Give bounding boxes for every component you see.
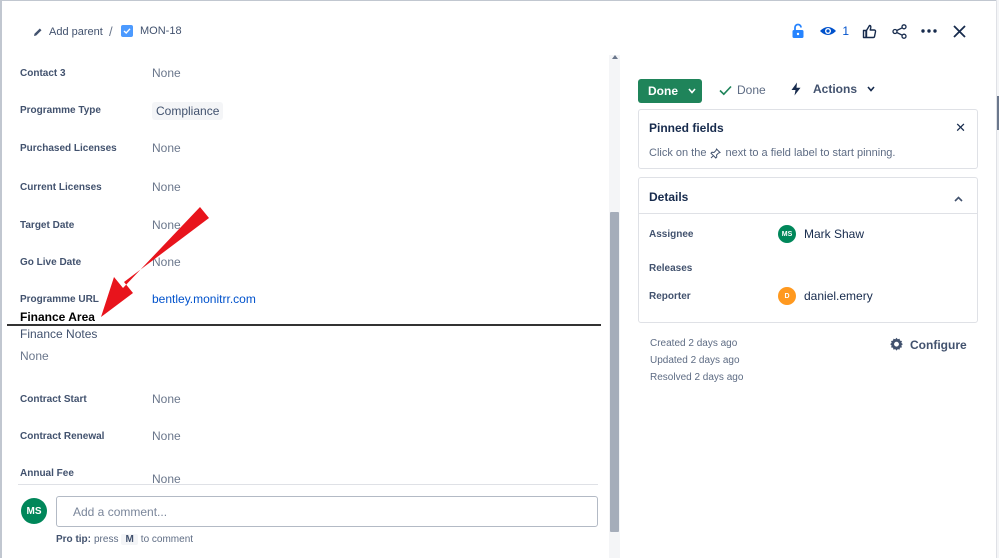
breadcrumb-separator: /: [109, 24, 113, 39]
reporter-value[interactable]: D daniel.emery: [778, 287, 873, 305]
field-label: Contract Start: [20, 393, 87, 405]
field-label: Contact 3: [20, 67, 66, 79]
issue-actions-toolbar: 1: [788, 20, 969, 42]
share-icon[interactable]: [889, 20, 909, 42]
hint-text-before: Click on the: [649, 147, 707, 159]
finance-area-heading: Finance Area: [20, 310, 95, 324]
pinned-fields-card: Pinned fields ✕ Click on the next to a f…: [638, 109, 978, 169]
finance-notes-value[interactable]: None: [20, 349, 49, 363]
avatar: MS: [21, 498, 47, 524]
section-divider: [7, 324, 601, 326]
field-value[interactable]: None: [152, 66, 181, 80]
add-parent-button[interactable]: Add parent: [33, 26, 103, 38]
task-type-icon: [121, 25, 133, 37]
close-icon[interactable]: [949, 20, 969, 42]
chevron-up-icon[interactable]: [954, 189, 963, 207]
reporter-name: daniel.emery: [804, 289, 873, 303]
lightning-icon: [791, 82, 801, 96]
status-button-label: Done: [648, 84, 678, 98]
close-icon[interactable]: ✕: [955, 120, 966, 136]
fields-scrollbar[interactable]: [609, 55, 620, 558]
details-title: Details: [649, 190, 689, 204]
check-icon: [719, 85, 732, 95]
configure-button[interactable]: Configure: [889, 337, 967, 352]
issue-header: Add parent / MON-18 1: [0, 0, 999, 62]
updated-timestamp: Updated 2 days ago: [650, 355, 740, 366]
assignee-name: Mark Shaw: [804, 227, 865, 241]
field-label: Go Live Date: [20, 256, 82, 268]
finance-notes-label: Finance Notes: [20, 327, 98, 341]
avatar: D: [778, 287, 796, 305]
issue-key: MON-18: [140, 25, 182, 37]
issue-fields-panel: Contact 3 None Programme Type Compliance…: [2, 55, 609, 485]
reporter-label: Reporter: [649, 291, 691, 302]
red-annotation-arrow: [101, 207, 209, 317]
status-transition-button[interactable]: Done: [638, 79, 702, 103]
scroll-up-arrow-icon[interactable]: [612, 55, 618, 59]
gear-icon: [890, 337, 903, 351]
details-header[interactable]: Details: [639, 178, 977, 214]
configure-label: Configure: [910, 337, 967, 352]
actions-menu-button[interactable]: Actions: [790, 82, 875, 96]
resolved-timestamp: Resolved 2 days ago: [650, 372, 744, 383]
more-options-icon[interactable]: [919, 20, 939, 42]
field-label: Purchased Licenses: [20, 142, 117, 154]
pinned-fields-hint: Click on the next to a field label to st…: [649, 147, 895, 159]
hint-text-after: next to a field label to start pinning.: [725, 147, 896, 159]
actions-label: Actions: [813, 82, 858, 96]
comment-divider: [18, 484, 598, 485]
lock-icon[interactable]: [788, 20, 808, 42]
field-label: Current Licenses: [20, 181, 102, 193]
thumbs-up-icon[interactable]: [859, 20, 879, 42]
assignee-label: Assignee: [649, 229, 694, 240]
field-value[interactable]: None: [152, 429, 181, 443]
resolution-status: Done: [719, 83, 766, 97]
pin-icon: [710, 147, 722, 159]
pencil-icon: [34, 28, 42, 36]
watch-eye-icon[interactable]: [818, 20, 838, 42]
comment-input[interactable]: Add a comment...: [56, 496, 598, 527]
field-value[interactable]: None: [152, 141, 181, 155]
field-label: Contract Renewal: [20, 430, 105, 442]
chevron-down-icon: [867, 86, 875, 92]
programme-url-link[interactable]: bentley.monitrr.com: [152, 292, 256, 306]
resolution-label: Done: [737, 83, 766, 97]
releases-label: Releases: [649, 263, 693, 274]
details-card: Details Assignee MS Mark Shaw Releases R…: [638, 177, 978, 323]
issue-key-link[interactable]: MON-18: [121, 25, 182, 37]
field-value[interactable]: None: [152, 392, 181, 406]
chevron-down-icon: [688, 88, 696, 94]
pro-tip-press: press: [94, 534, 119, 545]
pro-tip-label: Pro tip:: [56, 534, 91, 545]
field-label: Programme Type: [20, 104, 101, 116]
fields-scrollbar-thumb[interactable]: [610, 212, 619, 532]
watch-count[interactable]: 1: [842, 24, 849, 38]
assignee-value[interactable]: MS Mark Shaw: [778, 225, 864, 243]
pro-tip-suffix: to comment: [140, 534, 194, 545]
field-label: Annual Fee: [20, 467, 74, 479]
programme-type-chip[interactable]: Compliance: [152, 102, 224, 120]
avatar: MS: [778, 225, 796, 243]
field-value[interactable]: None: [152, 218, 181, 232]
field-label: Target Date: [20, 219, 75, 231]
keyboard-shortcut-key: M: [121, 534, 138, 545]
field-value[interactable]: None: [152, 255, 181, 269]
field-value[interactable]: None: [152, 180, 181, 194]
add-parent-label: Add parent: [49, 26, 103, 38]
created-timestamp: Created 2 days ago: [650, 338, 738, 349]
pro-tip: Pro tip: press M to comment: [56, 534, 193, 545]
field-label: Programme URL: [20, 293, 99, 305]
pinned-fields-title: Pinned fields: [649, 121, 724, 135]
